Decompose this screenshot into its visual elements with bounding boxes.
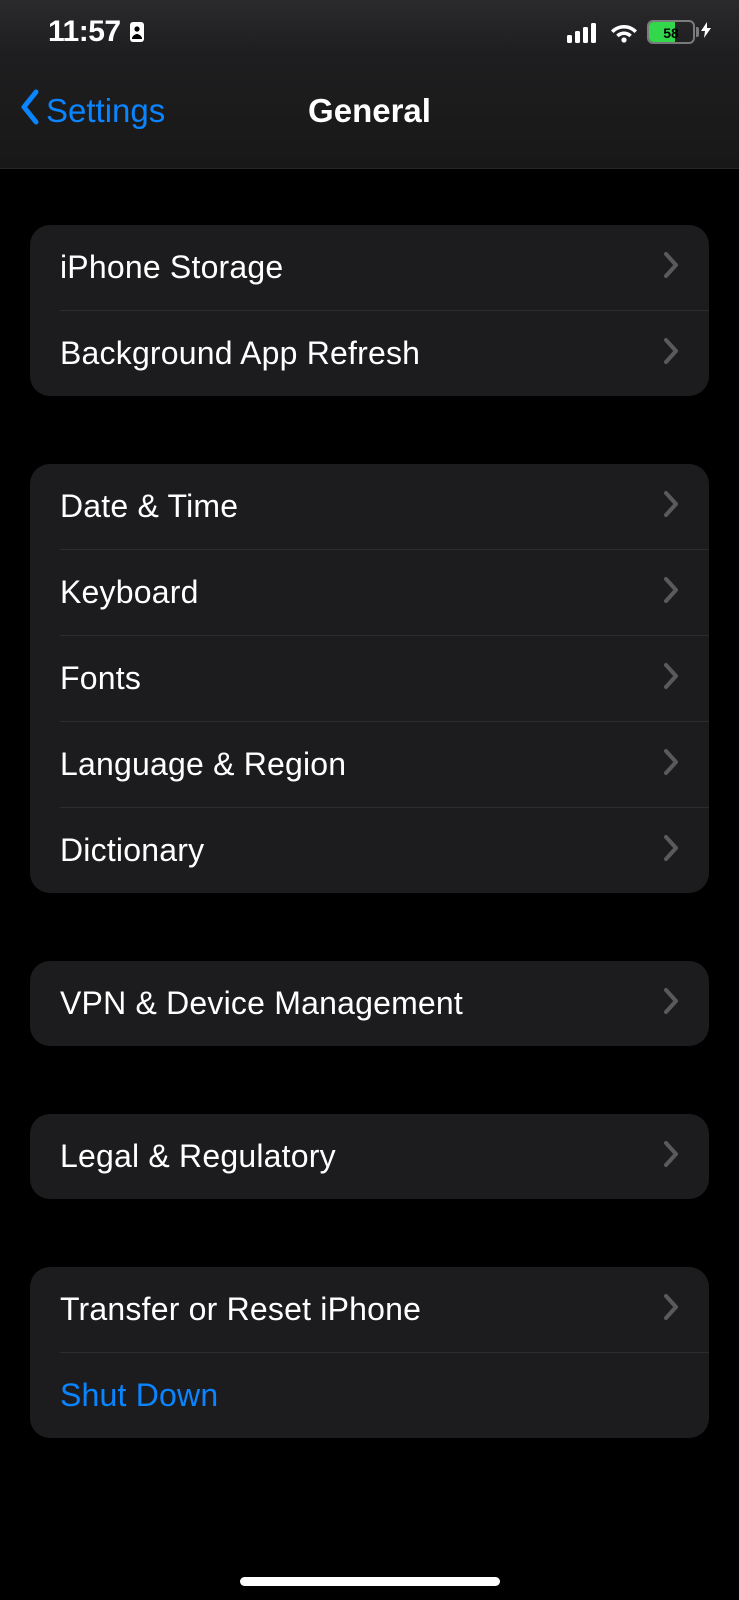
- chevron-right-icon: [663, 834, 679, 867]
- status-time: 11:57: [48, 15, 121, 49]
- back-label: Settings: [46, 92, 165, 130]
- wifi-icon: [609, 21, 639, 43]
- row-label: Background App Refresh: [60, 335, 420, 372]
- nav-bar: Settings General: [0, 54, 739, 169]
- row-label: Date & Time: [60, 488, 238, 525]
- settings-group: Transfer or Reset iPhone Shut Down: [30, 1267, 709, 1438]
- settings-group: Legal & Regulatory: [30, 1114, 709, 1199]
- vpn-device-management-row[interactable]: VPN & Device Management: [30, 961, 709, 1046]
- back-button[interactable]: Settings: [0, 88, 165, 134]
- chevron-left-icon: [18, 88, 42, 134]
- keyboard-row[interactable]: Keyboard: [30, 550, 709, 635]
- row-label: Legal & Regulatory: [60, 1138, 336, 1175]
- row-label: Keyboard: [60, 574, 199, 611]
- chevron-right-icon: [663, 251, 679, 284]
- row-label: iPhone Storage: [60, 249, 283, 286]
- status-left: 11:57: [48, 15, 145, 49]
- row-label: Dictionary: [60, 832, 204, 869]
- row-label: Transfer or Reset iPhone: [60, 1291, 421, 1328]
- row-label: VPN & Device Management: [60, 985, 463, 1022]
- chevron-right-icon: [663, 1140, 679, 1173]
- dictionary-row[interactable]: Dictionary: [30, 808, 709, 893]
- iphone-storage-row[interactable]: iPhone Storage: [30, 225, 709, 310]
- chevron-right-icon: [663, 576, 679, 609]
- battery-icon: 58: [647, 20, 711, 44]
- chevron-right-icon: [663, 748, 679, 781]
- settings-group: iPhone Storage Background App Refresh: [30, 225, 709, 396]
- chevron-right-icon: [663, 337, 679, 370]
- battery-percent: 58: [649, 25, 693, 41]
- shut-down-row[interactable]: Shut Down: [30, 1353, 709, 1438]
- settings-group: VPN & Device Management: [30, 961, 709, 1046]
- home-indicator[interactable]: [240, 1577, 500, 1586]
- status-bar: 11:57 58: [0, 0, 739, 54]
- settings-group: Date & Time Keyboard Fonts Language & Regio…: [30, 464, 709, 893]
- chevron-right-icon: [663, 490, 679, 523]
- fonts-row[interactable]: Fonts: [30, 636, 709, 721]
- id-badge-icon: [129, 20, 145, 44]
- chevron-right-icon: [663, 987, 679, 1020]
- chevron-right-icon: [663, 1293, 679, 1326]
- background-app-refresh-row[interactable]: Background App Refresh: [30, 311, 709, 396]
- row-label: Shut Down: [60, 1377, 218, 1414]
- row-label: Fonts: [60, 660, 141, 697]
- charging-bolt-icon: [701, 22, 711, 43]
- transfer-reset-row[interactable]: Transfer or Reset iPhone: [30, 1267, 709, 1352]
- language-region-row[interactable]: Language & Region: [30, 722, 709, 807]
- status-right: 58: [567, 20, 711, 44]
- date-time-row[interactable]: Date & Time: [30, 464, 709, 549]
- row-label: Language & Region: [60, 746, 346, 783]
- legal-regulatory-row[interactable]: Legal & Regulatory: [30, 1114, 709, 1199]
- content: iPhone Storage Background App Refresh Date…: [0, 169, 739, 1438]
- chevron-right-icon: [663, 662, 679, 695]
- cellular-signal-icon: [567, 21, 601, 43]
